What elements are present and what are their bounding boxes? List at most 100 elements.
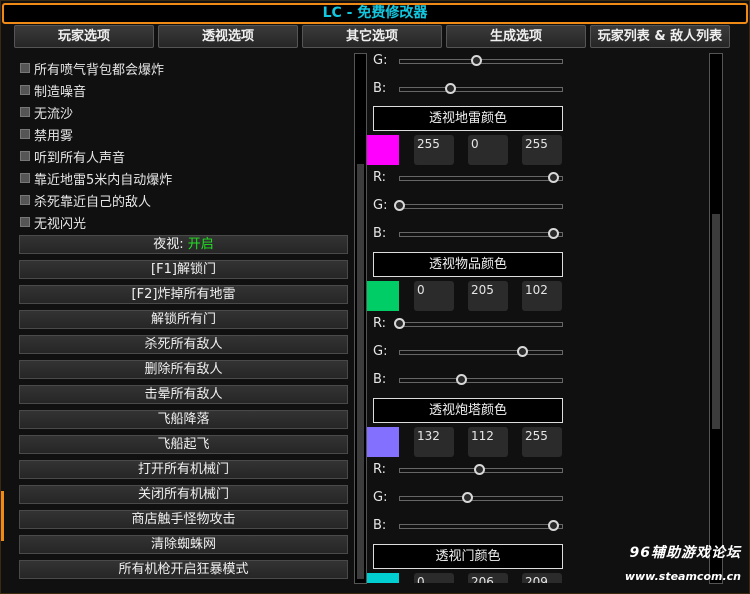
mine-g-value[interactable]: 0 [468,135,508,165]
slider-track[interactable] [399,232,563,237]
turret-b-slider[interactable]: B: [367,517,709,535]
checkbox-label: 靠近地雷5米内自动爆炸 [34,172,173,188]
item-b-value[interactable]: 102 [522,281,562,311]
checkbox-jetpack-explode[interactable]: 所有喷气背包都会爆炸 [20,58,164,78]
slider-track[interactable] [399,176,563,181]
tab-spawn-options[interactable]: 生成选项 [446,25,586,48]
door-r-value[interactable]: 0 [414,573,454,583]
turret-r-value[interactable]: 132 [414,427,454,457]
mine-r-value[interactable]: 255 [414,135,454,165]
mine-g-slider[interactable]: G: [367,197,709,215]
kill-all-enemies-button[interactable]: 杀死所有敌人 [19,335,348,354]
slider-knob[interactable] [474,464,486,475]
checkbox-kill-near-enemies[interactable]: 杀死靠近自己的敌人 [20,190,151,210]
door-g-value[interactable]: 206 [468,573,508,583]
left-scrollbar-thumb[interactable] [357,164,364,579]
night-vision-toggle-button[interactable]: 夜视: 开启 [19,235,348,254]
unlock-all-doors-button[interactable]: 解锁所有门 [19,310,348,329]
checkbox-label: 无流沙 [34,106,74,122]
app-window: LC - 免费修改器 玩家选项 透视选项 其它选项 生成选项 玩家列表 & 敌人… [0,0,750,594]
checkbox-box[interactable] [20,173,30,183]
checkbox-make-noise[interactable]: 制造噪音 [20,80,86,100]
mine-b-slider[interactable]: B: [367,225,709,243]
mine-color-swatch [367,135,399,165]
ship-takeoff-button[interactable]: 飞船起飞 [19,435,348,454]
tab-player-enemy-list[interactable]: 玩家列表 & 敌人列表 [590,25,730,48]
checkbox-box[interactable] [20,107,30,117]
close-mechanical-doors-button[interactable]: 关闭所有机械门 [19,485,348,504]
slider-track[interactable] [399,378,563,383]
checkbox-no-quicksand[interactable]: 无流沙 [20,102,73,122]
slider-label: G: [373,198,388,213]
checkbox-box[interactable] [20,63,30,73]
checkbox-box[interactable] [20,217,30,227]
slider-track[interactable] [399,524,563,529]
checkbox-label: 制造噪音 [34,84,87,100]
slider-track[interactable] [399,496,563,501]
checkbox-label: 无视闪光 [34,216,87,232]
tab-other-options[interactable]: 其它选项 [302,25,442,48]
item-g-value[interactable]: 205 [468,281,508,311]
mine-color-title: 透视地雷颜色 [373,106,563,131]
turret-color-title: 透视炮塔颜色 [373,398,563,423]
item-b-slider[interactable]: B: [367,371,709,389]
door-b-value[interactable]: 209 [522,573,562,583]
slider-track[interactable] [399,204,563,209]
slider-track[interactable] [399,87,563,92]
turret-r-slider[interactable]: R: [367,461,709,479]
checkbox-hear-everyone[interactable]: 听到所有人声音 [20,146,125,166]
slider-knob[interactable] [461,492,473,503]
clear-spider-webs-button[interactable]: 清除蜘蛛网 [19,535,348,554]
turret-b-value[interactable]: 255 [522,427,562,457]
checkbox-no-flash[interactable]: 无视闪光 [20,212,86,232]
slider-knob[interactable] [394,318,405,329]
item-g-slider[interactable]: G: [367,343,709,361]
tab-bar: 玩家选项 透视选项 其它选项 生成选项 玩家列表 & 敌人列表 [14,25,730,49]
mine-b-value[interactable]: 255 [522,135,562,165]
top-g-slider[interactable]: G: [367,52,709,70]
item-color-swatch [367,281,399,311]
slider-knob[interactable] [548,172,559,183]
slider-knob[interactable] [548,228,559,239]
checkbox-box[interactable] [20,129,30,139]
tab-player-options[interactable]: 玩家选项 [14,25,154,48]
stun-all-enemies-button[interactable]: 击晕所有敌人 [19,385,348,404]
item-r-value[interactable]: 0 [414,281,454,311]
slider-label: G: [373,490,388,505]
title-bar: LC - 免费修改器 [2,3,748,24]
right-scrollbar-thumb[interactable] [712,214,720,429]
turret-g-slider[interactable]: G: [367,489,709,507]
slider-knob[interactable] [444,83,456,94]
checkbox-box[interactable] [20,195,30,205]
f1-unlock-door-button[interactable]: [F1]解锁门 [19,260,348,279]
color-settings-panel: G: B: 透视地雷颜色 255 0 255 R: G: B: 透视物品颜色 0… [367,51,709,583]
right-scrollbar[interactable] [709,53,723,584]
turret-g-value[interactable]: 112 [468,427,508,457]
slider-label: R: [373,462,387,477]
slider-knob[interactable] [548,520,559,531]
shop-tentacle-attack-button[interactable]: 商店触手怪物攻击 [19,510,348,529]
checkbox-label: 杀死靠近自己的敌人 [34,194,152,210]
item-r-slider[interactable]: R: [367,315,709,333]
slider-track[interactable] [399,322,563,327]
door-color-swatch [367,573,399,583]
left-scrollbar[interactable] [354,53,367,584]
turret-color-swatch [367,427,399,457]
ship-land-button[interactable]: 飞船降落 [19,410,348,429]
slider-knob[interactable] [455,374,467,385]
checkbox-box[interactable] [20,151,30,161]
turrets-berserk-button[interactable]: 所有机枪开启狂暴模式 [19,560,348,579]
delete-all-enemies-button[interactable]: 删除所有敌人 [19,360,348,379]
mine-r-slider[interactable]: R: [367,169,709,187]
checkbox-disable-fog[interactable]: 禁用雾 [20,124,73,144]
open-mechanical-doors-button[interactable]: 打开所有机械门 [19,460,348,479]
f2-blow-up-mines-button[interactable]: [F2]炸掉所有地雷 [19,285,348,304]
slider-track[interactable] [399,350,563,355]
slider-knob[interactable] [394,200,405,211]
checkbox-auto-mine-explode[interactable]: 靠近地雷5米内自动爆炸 [20,168,172,188]
slider-knob[interactable] [471,55,482,66]
top-b-slider[interactable]: B: [367,80,709,98]
checkbox-box[interactable] [20,85,30,95]
slider-knob[interactable] [517,346,529,357]
tab-esp-options[interactable]: 透视选项 [158,25,298,48]
